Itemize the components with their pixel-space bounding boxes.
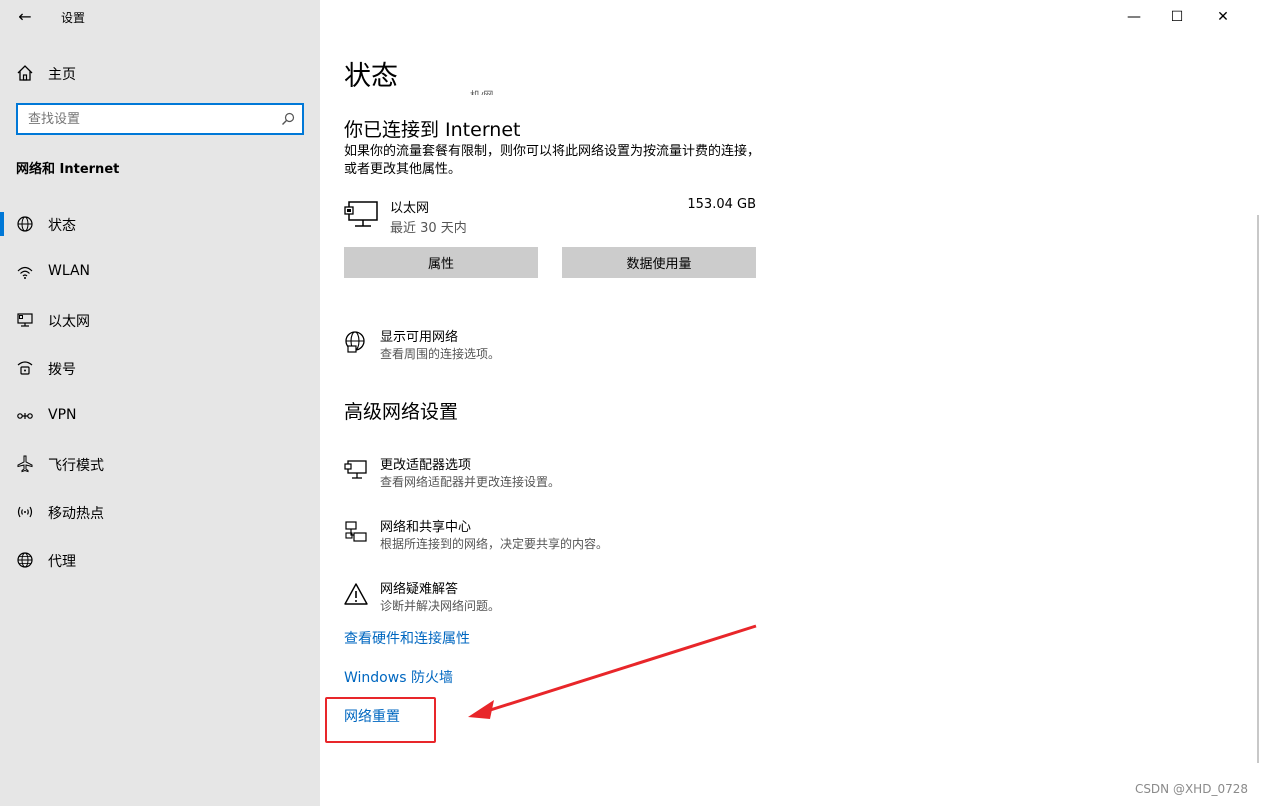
back-button[interactable]: ← [12, 6, 38, 28]
sidebar-item-home[interactable]: 主页 [0, 58, 320, 88]
sidebar-item-status[interactable]: 状态 [0, 200, 320, 248]
search-box [16, 103, 304, 135]
hardware-properties-link[interactable]: 查看硬件和连接属性 [344, 628, 470, 648]
search-icon[interactable] [280, 111, 296, 127]
troubleshooter-title: 网络疑难解答 [380, 582, 459, 597]
adapter-options-desc: 查看网络适配器并更改连接设置。 [380, 475, 561, 489]
sidebar-item-vpn[interactable]: VPN [0, 392, 320, 440]
ethernet-status-row: 以太网 最近 30 天内 153.04 GB [344, 195, 756, 241]
sidebar-item-airplane[interactable]: 飞行模式 [0, 440, 320, 488]
vpn-icon [17, 413, 33, 419]
scrollbar[interactable] [1257, 215, 1259, 763]
sidebar-item-label: 代理 [48, 554, 76, 570]
troubleshooter-item[interactable]: 网络疑难解答 诊断并解决网络问题。 [344, 578, 864, 618]
connection-heading: 你已连接到 Internet [344, 119, 521, 141]
page-title: 状态 [344, 61, 398, 92]
properties-button[interactable]: 属性 [344, 247, 538, 278]
ethernet-icon [17, 313, 33, 327]
title-bar: ← 设置 [0, 0, 320, 34]
sidebar-item-label: 拨号 [48, 362, 76, 378]
annotation-arrow [468, 624, 757, 719]
warning-icon [344, 583, 368, 605]
data-usage-button[interactable]: 数据使用量 [562, 247, 756, 278]
sidebar-item-label: 状态 [48, 218, 76, 234]
clipped-text: 机/网 [470, 87, 493, 95]
windows-firewall-link[interactable]: Windows 防火墙 [344, 667, 453, 687]
hotspot-icon [17, 506, 33, 518]
adapter-icon [344, 460, 367, 479]
annotation-highlight-box [325, 697, 436, 743]
section-label: 网络和 Internet [16, 162, 120, 177]
app-title: 设置 [61, 11, 86, 25]
globe-icon [17, 216, 33, 232]
advanced-heading: 高级网络设置 [344, 401, 459, 423]
sidebar-nav: 状态 WLAN 以太网 拨号 VPN 飞行模式 移动热点 代理 [0, 200, 320, 584]
show-networks-title: 显示可用网络 [380, 330, 459, 345]
globe-network-icon [345, 331, 365, 353]
sidebar-item-label: 主页 [48, 67, 76, 83]
sidebar-item-hotspot[interactable]: 移动热点 [0, 488, 320, 536]
troubleshooter-desc: 诊断并解决网络问题。 [380, 599, 501, 613]
sharing-center-icon [345, 521, 367, 542]
sidebar-item-label: 移动热点 [48, 506, 104, 522]
sharing-center-title: 网络和共享中心 [380, 520, 472, 535]
connection-description: 如果你的流量套餐有限制，则你可以将此网络设置为按流量计费的连接，或者更改其他属性… [344, 144, 761, 177]
watermark: CSDN @XHD_0728 [1134, 782, 1248, 796]
sidebar-item-label: 以太网 [48, 314, 90, 330]
ethernet-icon [344, 201, 378, 227]
data-usage-value: 153.04 GB [687, 197, 756, 212]
dialup-icon [17, 361, 33, 375]
adapter-options-item[interactable]: 更改适配器选项 查看网络适配器并更改连接设置。 [344, 454, 864, 494]
ethernet-name: 以太网 [390, 201, 430, 216]
proxy-globe-icon [17, 552, 33, 568]
sidebar: ← 设置 主页 网络和 Internet 状态 [0, 0, 320, 806]
home-icon [17, 65, 33, 81]
sidebar-item-label: VPN [48, 407, 77, 423]
adapter-options-title: 更改适配器选项 [380, 458, 472, 473]
sharing-center-desc: 根据所连接到的网络，决定要共享的内容。 [380, 537, 609, 551]
show-networks-desc: 查看周围的连接选项。 [380, 347, 501, 361]
main-content: 状态 机/网 你已连接到 Internet 如果你的流量套餐有限制，则你可以将此… [320, 0, 1263, 806]
airplane-icon [17, 455, 33, 473]
sharing-center-item[interactable]: 网络和共享中心 根据所连接到的网络，决定要共享的内容。 [344, 516, 864, 556]
search-input[interactable] [18, 105, 278, 133]
sidebar-item-label: 飞行模式 [48, 458, 104, 474]
sidebar-item-dialup[interactable]: 拨号 [0, 344, 320, 392]
ethernet-period: 最近 30 天内 [390, 221, 467, 236]
sidebar-item-proxy[interactable]: 代理 [0, 536, 320, 584]
sidebar-item-ethernet[interactable]: 以太网 [0, 296, 320, 344]
wifi-icon [17, 266, 33, 279]
sidebar-item-wlan[interactable]: WLAN [0, 248, 320, 296]
sidebar-item-label: WLAN [48, 263, 91, 279]
show-networks-item[interactable]: 显示可用网络 查看周围的连接选项。 [344, 326, 864, 366]
